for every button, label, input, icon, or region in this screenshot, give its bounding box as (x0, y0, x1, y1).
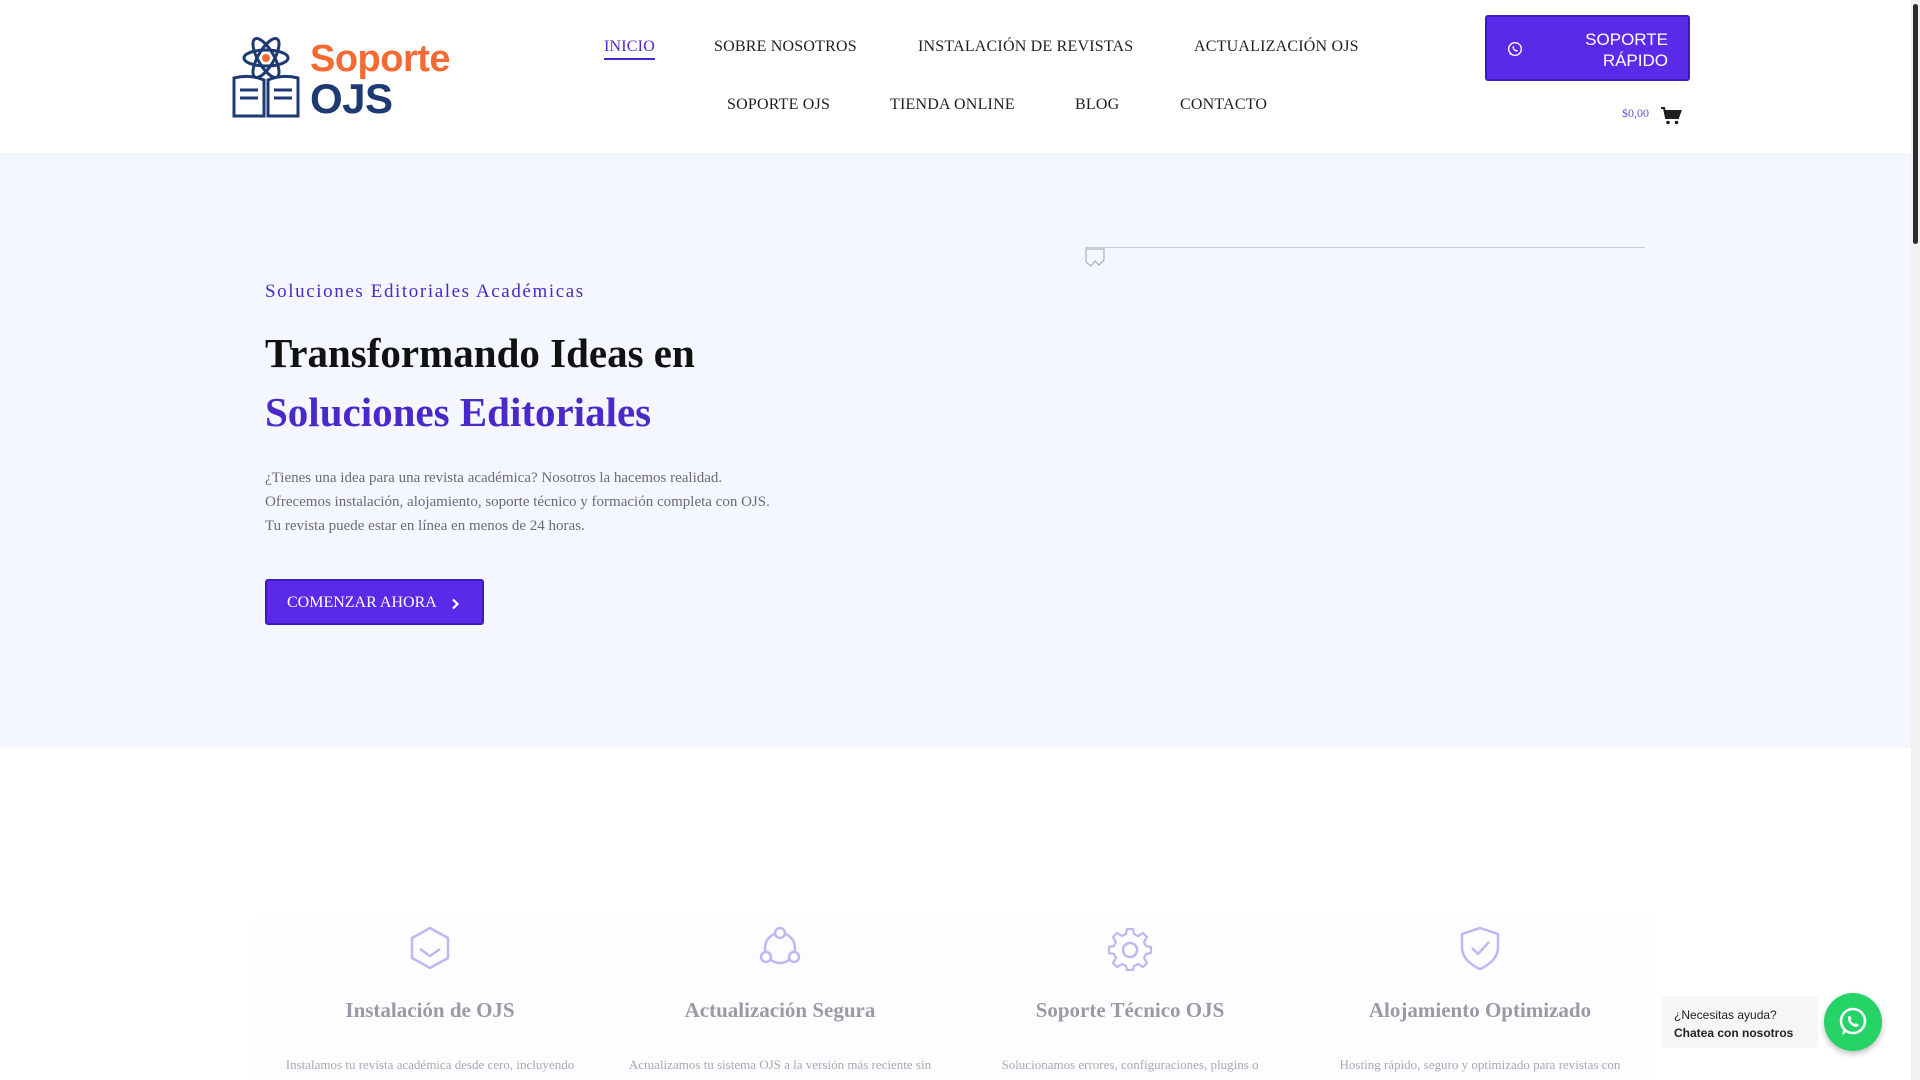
service-desc: Solucionamos errores, configuraciones, p… (1001, 1057, 1259, 1072)
whatsapp-icon (1839, 1007, 1867, 1035)
hero-title-line1: Transformando Ideas en (265, 330, 695, 376)
chat-prompt-line2: Chatea con nosotros (1674, 1026, 1794, 1040)
nav-contacto[interactable]: CONTACTO (1180, 96, 1267, 114)
shield-check-icon (1460, 926, 1500, 971)
network-nodes-icon (759, 926, 801, 965)
page-scrollbar[interactable] (1911, 0, 1920, 1080)
service-title: Actualización Segura (684, 998, 876, 1022)
chat-prompt-bubble[interactable]: ¿Necesitas ayuda? Chatea con nosotros (1662, 996, 1818, 1048)
site-header: Soporte OJS INICIO SOBRE NOSOTROS INSTAL… (0, 0, 1911, 155)
nav-sobre-nosotros[interactable]: SOBRE NOSOTROS (714, 38, 857, 56)
service-title: Instalación de OJS (345, 998, 515, 1022)
service-card-instalacion[interactable]: Instalación de OJS Instalamos tu revista… (255, 915, 605, 1080)
nav-instalacion-revistas[interactable]: INSTALACIÓN DE REVISTAS (918, 38, 1133, 56)
nav-tienda-online[interactable]: TIENDA ONLINE (890, 96, 1015, 114)
nav-inicio[interactable]: INICIO (604, 38, 655, 60)
hero-title-line2: Soluciones Editoriales (265, 389, 652, 435)
quick-support-label-line2: RÁPIDO (1602, 51, 1668, 70)
quick-support-button[interactable]: SOPORTE RÁPIDO (1485, 15, 1690, 81)
logo-word-ojs: OJS (310, 75, 393, 122)
hero-eyebrow: Soluciones Editoriales Académicas (265, 281, 585, 302)
open-book-atom-icon (232, 37, 300, 118)
scrollbar-thumb[interactable] (1913, 4, 1918, 244)
hero-section: Soluciones Editoriales Académicas Transf… (0, 155, 1911, 748)
hero-description-line2: Ofrecemos instalación, alojamiento, sopo… (265, 494, 770, 510)
service-card-actualizacion[interactable]: Actualización Segura Actualizamos tu sis… (605, 915, 955, 1080)
service-desc: Hosting rápido, seguro y optimizado para… (1339, 1057, 1621, 1072)
gear-icon (1107, 927, 1153, 971)
hero-description-line3: Tu revista puede estar en línea en menos… (265, 518, 585, 534)
start-now-label: COMENZAR AHORA (287, 594, 437, 611)
service-title: Alojamiento Optimizado (1368, 998, 1592, 1022)
hero-image (1085, 247, 1645, 269)
start-now-button[interactable]: COMENZAR AHORA (265, 579, 484, 625)
chat-prompt-line1: ¿Necesitas ayuda? (1674, 1008, 1777, 1022)
chevron-right-icon (452, 598, 460, 610)
broken-image-icon (1085, 248, 1105, 267)
nav-blog[interactable]: BLOG (1075, 96, 1119, 114)
cart-icon[interactable] (1660, 106, 1682, 126)
hero-description-line1: ¿Tienes una idea para una revista académ… (265, 470, 723, 486)
service-desc: Instalamos tu revista académica desde ce… (285, 1057, 575, 1072)
site-logo[interactable]: Soporte OJS (228, 34, 451, 122)
service-title: Soporte Técnico OJS (1035, 998, 1225, 1022)
whatsapp-icon (1507, 41, 1523, 57)
service-card-alojamiento[interactable]: Alojamiento Optimizado Hosting rápido, s… (1305, 915, 1655, 1080)
service-card-soporte[interactable]: Soporte Técnico OJS Solucionamos errores… (955, 915, 1305, 1080)
whatsapp-chat-button[interactable] (1824, 993, 1882, 1051)
nav-actualizacion-ojs[interactable]: ACTUALIZACIÓN OJS (1194, 38, 1359, 56)
hexagon-chevron-icon (410, 926, 450, 970)
nav-soporte-ojs[interactable]: SOPORTE OJS (727, 96, 830, 114)
service-desc: Actualizamos tu sistema OJS a la versión… (628, 1057, 932, 1072)
quick-support-label-line1: SOPORTE (1585, 30, 1668, 49)
cart-total[interactable]: $0,00 (1622, 106, 1649, 121)
hero-description: ¿Tienes una idea para una revista académ… (265, 466, 825, 538)
